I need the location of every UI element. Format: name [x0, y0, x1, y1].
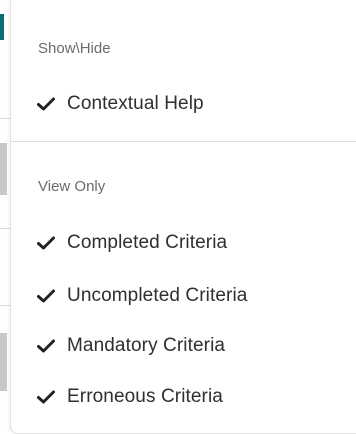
menu-item-label: Uncompleted Criteria [67, 285, 248, 306]
checkmark-icon [37, 285, 59, 307]
checkmark-icon [37, 93, 59, 115]
checkmark-icon [37, 386, 59, 408]
page: Show\Hide Contextual Help View Only Comp… [0, 0, 356, 434]
menu-item-uncompleted-criteria[interactable]: Uncompleted Criteria [37, 276, 247, 316]
menu-item-label: Completed Criteria [67, 232, 228, 253]
menu-item-contextual-help[interactable]: Contextual Help [37, 84, 204, 124]
background-divider [0, 118, 10, 119]
menu-item-label: Contextual Help [67, 93, 204, 114]
background-field [0, 143, 7, 195]
section-header-view-only: View Only [38, 178, 106, 195]
menu-item-completed-criteria[interactable]: Completed Criteria [37, 223, 227, 263]
background-accent-bar [0, 14, 4, 40]
menu-item-mandatory-criteria[interactable]: Mandatory Criteria [37, 326, 225, 366]
checkmark-icon [37, 335, 59, 357]
background-divider [0, 228, 10, 229]
section-header-show-hide: Show\Hide [38, 40, 111, 57]
view-options-menu: Show\Hide Contextual Help View Only Comp… [10, 0, 356, 434]
background-divider [0, 305, 10, 306]
menu-item-label: Erroneous Criteria [67, 386, 223, 407]
menu-item-erroneous-criteria[interactable]: Erroneous Criteria [37, 377, 223, 417]
menu-divider [11, 141, 356, 142]
menu-item-label: Mandatory Criteria [67, 335, 226, 356]
background-field [0, 333, 7, 391]
checkmark-icon [37, 232, 59, 254]
